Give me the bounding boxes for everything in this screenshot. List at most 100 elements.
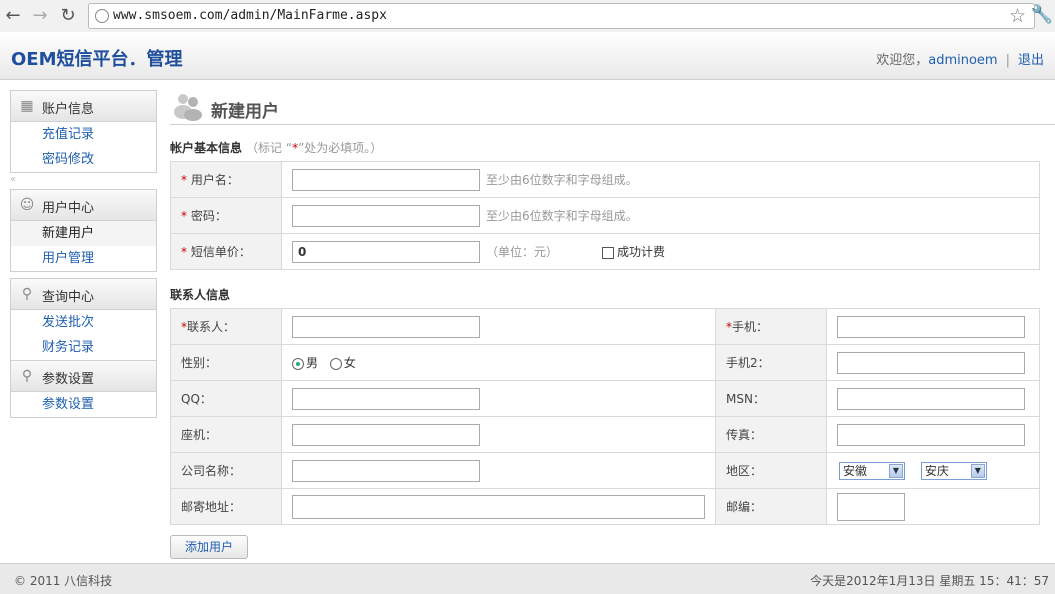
contact-value-cell bbox=[281, 308, 716, 345]
header-separator: | bbox=[1005, 53, 1010, 68]
sidebar-head-account[interactable]: ▦ 账户信息 bbox=[11, 91, 156, 122]
city-select[interactable]: 安庆 ▼ bbox=[920, 461, 987, 480]
table-row: 性别： 男 女 手机2： bbox=[170, 344, 1040, 381]
gender-male-option[interactable]: 男 bbox=[292, 356, 318, 370]
required-note: （标记 “*”处为必填项。） bbox=[246, 141, 382, 155]
chevron-down-icon[interactable]: ▼ bbox=[889, 463, 903, 478]
address-input[interactable] bbox=[292, 494, 705, 519]
sidebar-head-label: 账户信息 bbox=[42, 102, 95, 117]
sidebar: ▦ 账户信息 充值记录 密码修改 « ☺ 用户中心 新建用户 用户管理 ⚲ 查询… bbox=[10, 90, 157, 424]
gender-female-radio[interactable] bbox=[329, 357, 342, 370]
province-select[interactable]: 安徽 ▼ bbox=[839, 461, 905, 480]
sidebar-head-query[interactable]: ⚲ 查询中心 bbox=[11, 279, 156, 310]
copyright: © 2011 八信科技 bbox=[14, 574, 113, 588]
user-info: 欢迎您，adminoem | 退出 bbox=[876, 49, 1044, 68]
qq-input[interactable] bbox=[292, 387, 480, 410]
sidebar-item-recharge-records[interactable]: 充值记录 bbox=[11, 122, 156, 147]
company-label-cell: 公司名称： bbox=[170, 452, 282, 489]
price-label: 短信单价： bbox=[190, 245, 251, 259]
sidebar-item-finance-records[interactable]: 财务记录 bbox=[11, 335, 156, 360]
mobile2-input[interactable] bbox=[837, 351, 1025, 374]
chevron-down-icon[interactable]: ▼ bbox=[970, 463, 985, 478]
note-prefix: （标记 “ bbox=[246, 141, 293, 155]
fax-input[interactable] bbox=[837, 423, 1025, 446]
username-value-cell: 至少由6位数字和字母组成。 bbox=[281, 161, 1040, 198]
fax-label-cell: 传真： bbox=[715, 416, 827, 453]
required-star: * bbox=[181, 245, 191, 259]
mobile-label-cell: *手机： bbox=[715, 308, 827, 345]
price-value-cell: 0 （单位：元） 成功计费 bbox=[281, 233, 1040, 270]
phone-label-cell: 座机： bbox=[170, 416, 282, 453]
sidebar-head-users[interactable]: ☺ 用户中心 bbox=[11, 190, 156, 221]
collapse-icon[interactable]: « bbox=[10, 174, 16, 185]
address-bar[interactable]: www.smsoem.com/admin/MainFarme.aspx ☆ bbox=[88, 3, 1035, 29]
fax-value-cell bbox=[826, 416, 1040, 453]
gender-value-cell: 男 女 bbox=[281, 344, 716, 381]
current-datetime: 今天是2012年1月13日 星期五 15：41：57 bbox=[810, 574, 1049, 588]
region-label: 地区： bbox=[726, 464, 763, 478]
success-billing-checkbox[interactable] bbox=[602, 246, 615, 259]
gender-female-option[interactable]: 女 bbox=[329, 356, 356, 370]
back-arrow-icon[interactable]: ← bbox=[3, 6, 23, 26]
price-input[interactable]: 0 bbox=[292, 240, 480, 263]
url-text[interactable]: www.smsoem.com/admin/MainFarme.aspx bbox=[113, 8, 387, 23]
sidebar-head-settings[interactable]: ⚲ 参数设置 bbox=[11, 360, 156, 392]
sidebar-collapse[interactable]: « bbox=[10, 174, 157, 187]
logout-link[interactable]: 退出 bbox=[1018, 53, 1044, 68]
browser-toolbar: ← → ↻ www.smsoem.com/admin/MainFarme.asp… bbox=[0, 0, 1055, 33]
sidebar-item-new-user[interactable]: 新建用户 bbox=[11, 221, 156, 246]
sidebar-head-label: 用户中心 bbox=[42, 201, 95, 216]
sidebar-head-label: 查询中心 bbox=[42, 290, 95, 305]
reload-icon[interactable]: ↻ bbox=[58, 6, 78, 26]
sidebar-item-change-password[interactable]: 密码修改 bbox=[11, 147, 156, 172]
password-input[interactable] bbox=[292, 204, 480, 227]
table-row: 邮寄地址： 邮编： bbox=[170, 488, 1040, 525]
gender-male-radio[interactable] bbox=[292, 357, 304, 370]
msn-input[interactable] bbox=[837, 387, 1025, 410]
table-row: QQ： MSN： bbox=[170, 380, 1040, 417]
zip-input[interactable] bbox=[837, 492, 905, 521]
fax-label: 传真： bbox=[726, 428, 763, 442]
contact-label-cell: *联系人： bbox=[170, 308, 282, 345]
app-title: OEM短信平台．管理 bbox=[11, 49, 183, 70]
mobile-input[interactable] bbox=[837, 315, 1025, 338]
username-input[interactable] bbox=[292, 168, 480, 191]
username-hint: 至少由6位数字和字母组成。 bbox=[486, 173, 638, 187]
sidebar-item-user-management[interactable]: 用户管理 bbox=[11, 246, 156, 271]
city-value: 安庆 bbox=[924, 463, 949, 478]
address-value-cell bbox=[281, 488, 716, 525]
password-value-cell: 至少由6位数字和字母组成。 bbox=[281, 197, 1040, 234]
msn-label: MSN： bbox=[726, 392, 765, 406]
msn-value-cell bbox=[826, 380, 1040, 417]
region-label-cell: 地区： bbox=[715, 452, 827, 489]
sidebar-item-settings[interactable]: 参数设置 bbox=[11, 392, 156, 417]
page-title: 新建用户 bbox=[211, 102, 279, 122]
note-suffix: ”处为必填项。） bbox=[298, 141, 383, 155]
main-content: 新建用户 帐户基本信息 （标记 “*”处为必填项。） * 用户名： 至少由6位数字… bbox=[170, 88, 1055, 559]
mobile2-label-cell: 手机2： bbox=[715, 344, 827, 381]
wrench-icon[interactable]: 🔧 bbox=[1031, 4, 1053, 25]
contact-input[interactable] bbox=[292, 315, 480, 338]
success-billing-checkbox-wrap[interactable]: 成功计费 bbox=[602, 245, 665, 259]
company-label: 公司名称： bbox=[181, 464, 242, 478]
calendar-icon: ▦ bbox=[20, 98, 34, 114]
gender-label-cell: 性别： bbox=[170, 344, 282, 381]
price-unit: （单位：元） bbox=[486, 245, 559, 259]
table-row: * 用户名： 至少由6位数字和字母组成。 bbox=[170, 161, 1040, 198]
password-hint: 至少由6位数字和字母组成。 bbox=[486, 209, 638, 223]
phone-input[interactable] bbox=[292, 423, 480, 446]
username-link[interactable]: adminoem bbox=[928, 53, 997, 68]
password-label: 密码： bbox=[190, 209, 227, 223]
section-title-text: 帐户基本信息 bbox=[170, 141, 243, 155]
sidebar-item-send-batches[interactable]: 发送批次 bbox=[11, 310, 156, 335]
company-input[interactable] bbox=[292, 459, 480, 482]
page-header: 新建用户 bbox=[170, 88, 1055, 125]
qq-label: QQ： bbox=[181, 392, 212, 406]
table-row: 座机： 传真： bbox=[170, 416, 1040, 453]
sidebar-head-label: 参数设置 bbox=[42, 372, 95, 387]
add-user-button[interactable]: 添加用户 bbox=[170, 535, 249, 559]
bookmark-star-icon[interactable]: ☆ bbox=[1009, 5, 1026, 27]
qq-label-cell: QQ： bbox=[170, 380, 282, 417]
forward-arrow-icon[interactable]: → bbox=[30, 6, 50, 26]
gender-male-label: 男 bbox=[306, 356, 319, 370]
